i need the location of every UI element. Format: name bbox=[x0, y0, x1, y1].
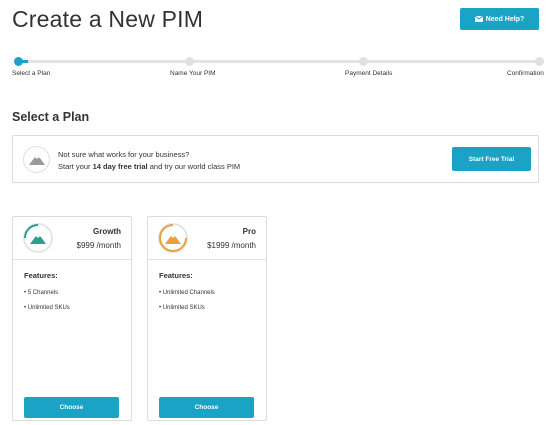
trial-line-2-prefix: Start your bbox=[58, 162, 93, 171]
plan-price: $999 /month bbox=[76, 241, 121, 250]
feature-label: Unlimited SKUs bbox=[162, 305, 205, 311]
need-help-label: Need Help? bbox=[485, 15, 525, 23]
mail-icon bbox=[474, 16, 483, 22]
plan-card-header: Pro $1999 /month bbox=[148, 217, 266, 260]
trial-line-2-suffix: and try our world class PIM bbox=[147, 162, 241, 171]
step-4-dot bbox=[535, 57, 544, 66]
feature-item: • Unlimited SKUs bbox=[159, 305, 205, 311]
trial-line-2-bold: 14 day free trial bbox=[92, 162, 148, 171]
step-1-dot[interactable] bbox=[14, 57, 23, 66]
trial-line-2: Start your 14 day free trial and try our… bbox=[58, 161, 240, 173]
plan-card-pro: Pro $1999 /month Features: • Unlimited C… bbox=[147, 216, 267, 421]
step-2-label: Name Your PIM bbox=[170, 70, 216, 77]
feature-label: 5 Channels bbox=[27, 290, 59, 296]
step-2-dot bbox=[185, 57, 194, 66]
feature-label: Unlimited Channels bbox=[162, 290, 215, 296]
page-title: Create a New PIM bbox=[12, 6, 204, 32]
trial-text: Not sure what works for your business? S… bbox=[58, 149, 240, 173]
mountain-icon bbox=[23, 146, 50, 173]
plan-card-header: Growth $999 /month bbox=[13, 217, 131, 260]
step-3-dot bbox=[359, 57, 368, 66]
plan-icon-ring bbox=[158, 223, 188, 253]
step-1-label: Select a Plan bbox=[12, 70, 51, 77]
plan-price: $1999 /month bbox=[207, 241, 256, 250]
progress-stepper: Select a Plan Name Your PIM Payment Deta… bbox=[0, 52, 556, 82]
features-title: Features: bbox=[159, 271, 193, 280]
feature-item: • 5 Channels bbox=[24, 290, 59, 296]
plan-card-growth: Growth $999 /month Features: • 5 Channel… bbox=[12, 216, 132, 421]
feature-item: • Unlimited Channels bbox=[159, 290, 215, 296]
plan-icon-ring bbox=[23, 223, 53, 253]
stepper-track bbox=[20, 60, 544, 63]
step-3-label: Payment Details bbox=[345, 70, 393, 77]
step-4-label: Confirmation bbox=[507, 70, 544, 77]
choose-pro-button[interactable]: Choose bbox=[159, 397, 254, 418]
trial-line-1: Not sure what works for your business? bbox=[58, 150, 190, 159]
free-trial-banner: Not sure what works for your business? S… bbox=[12, 135, 539, 183]
start-free-trial-button[interactable]: Start Free Trial bbox=[452, 147, 531, 171]
plan-name: Growth bbox=[93, 227, 121, 236]
choose-growth-button[interactable]: Choose bbox=[24, 397, 119, 418]
need-help-button[interactable]: Need Help? bbox=[460, 8, 539, 30]
feature-item: • Unlimited SKUs bbox=[24, 305, 70, 311]
feature-label: Unlimited SKUs bbox=[27, 305, 70, 311]
plan-name: Pro bbox=[242, 227, 256, 236]
features-title: Features: bbox=[24, 271, 58, 280]
section-title: Select a Plan bbox=[12, 110, 90, 124]
